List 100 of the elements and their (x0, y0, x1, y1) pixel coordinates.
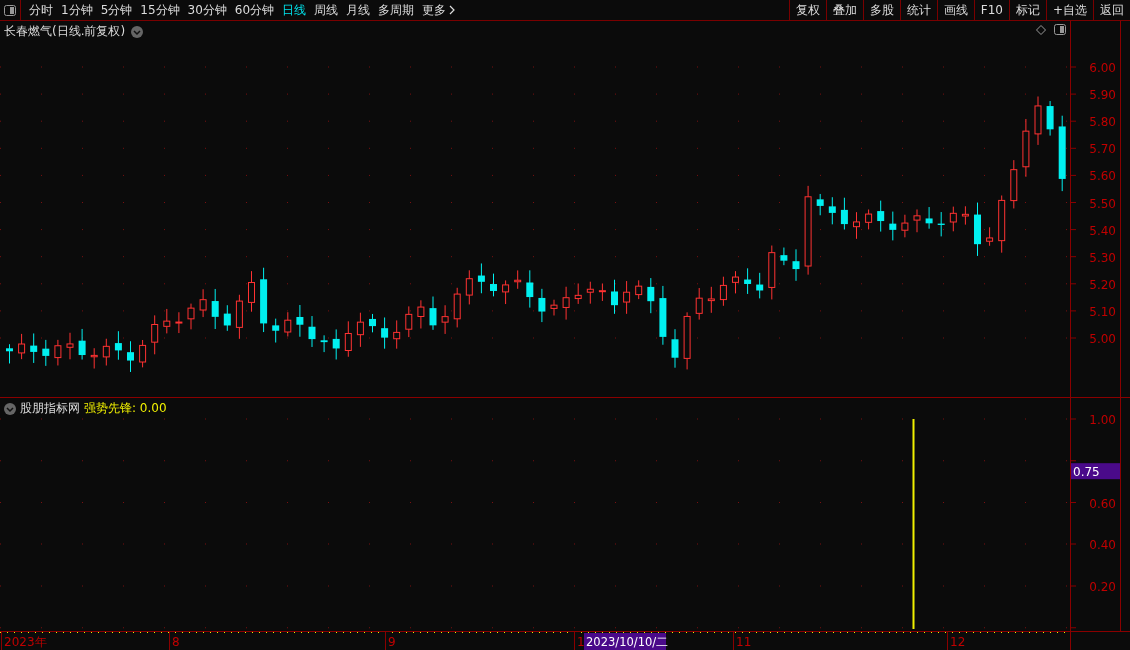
candlestick (308, 315, 316, 348)
candlestick (623, 280, 631, 315)
panel-toggle-icon[interactable] (1054, 24, 1066, 35)
candlestick (6, 343, 13, 364)
axis-label: 5.60 (1089, 169, 1116, 184)
candlestick (998, 195, 1006, 254)
chevron-right-icon (449, 5, 456, 15)
candlestick (732, 270, 739, 294)
axis-label: 1.00 (1089, 413, 1116, 427)
candlestick (756, 272, 764, 299)
cursor-value-label: 0.75 (1071, 463, 1120, 480)
candlestick (562, 286, 570, 321)
period-tab[interactable]: 5分钟 (96, 0, 137, 20)
period-tab[interactable]: 30分钟 (183, 0, 231, 20)
candlestick (949, 206, 957, 232)
period-tab[interactable]: 多周期 (374, 0, 419, 20)
axis-label: 5.50 (1089, 196, 1116, 211)
candlestick (320, 334, 328, 353)
candlestick (961, 205, 969, 226)
axis-label: 0.20 (1089, 580, 1116, 594)
axis-label: 5.30 (1089, 250, 1116, 265)
candlestick (90, 347, 98, 370)
candlestick (695, 287, 703, 321)
indicator-value: 强势先锋: 0.00 (84, 400, 167, 417)
period-tab[interactable]: 15分钟 (136, 0, 184, 20)
toolbar-button[interactable]: 标记 (1008, 0, 1046, 20)
candlestick (223, 304, 231, 332)
candlestick (659, 285, 667, 346)
candlestick (853, 211, 860, 240)
candlestick (598, 283, 606, 302)
candlestick (18, 333, 26, 360)
time-label: 2023年 (4, 635, 47, 649)
candlestick (719, 276, 727, 307)
axis-label: 5.10 (1089, 304, 1116, 319)
candlestick (42, 339, 50, 367)
candlestick (284, 311, 292, 337)
period-tab[interactable]: 60分钟 (230, 0, 279, 20)
toolbar-button[interactable]: +自选 (1045, 0, 1093, 20)
diamond-icon[interactable] (1036, 24, 1046, 35)
candlestick (574, 283, 582, 305)
period-tab[interactable]: 1分钟 (57, 0, 97, 20)
cursor-date-label: 2023/10/10/二 (584, 633, 669, 650)
candlestick (465, 269, 473, 305)
more-button[interactable]: 更多 (418, 0, 460, 20)
candlestick (54, 339, 62, 366)
candlestick (974, 202, 981, 257)
candlestick (889, 211, 897, 241)
panel-toggle-icon[interactable] (4, 4, 16, 16)
candlestick (405, 305, 413, 338)
candlestick (139, 339, 147, 368)
candlestick (235, 294, 243, 340)
time-label: 8 (172, 635, 180, 649)
candlestick (30, 332, 38, 364)
candlestick (707, 286, 715, 314)
axis-label: 5.90 (1089, 88, 1116, 103)
candlestick (429, 296, 437, 331)
candlestick (816, 193, 824, 216)
candlestick (1034, 96, 1042, 146)
candlestick (1022, 118, 1030, 178)
toolbar-button[interactable]: 叠加 (825, 0, 863, 20)
chevron-down-icon[interactable] (131, 25, 144, 38)
toolbar-button[interactable]: 多股 (862, 0, 900, 20)
toolbar-button[interactable]: 返回 (1093, 0, 1130, 20)
axis-label: 0.60 (1089, 496, 1116, 511)
candlestick (211, 288, 219, 330)
candlestick (296, 304, 304, 338)
candlestick (356, 312, 364, 348)
candlestick (865, 209, 873, 230)
candlestick (441, 304, 449, 335)
axis-label: 5.40 (1089, 223, 1116, 238)
candlestick (768, 245, 776, 300)
period-tab[interactable]: 日线 (278, 0, 311, 20)
candlestick (780, 247, 788, 266)
candlestick (635, 279, 643, 300)
toolbar-button[interactable]: F10 (973, 0, 1009, 20)
time-label: 12 (950, 635, 966, 649)
period-tab[interactable]: 月线 (342, 0, 375, 20)
period-tab[interactable]: 分时 (25, 0, 57, 20)
candlestick (550, 299, 558, 316)
axis-label: 5.00 (1089, 332, 1116, 346)
toolbar-button[interactable]: 复权 (788, 0, 826, 20)
candlestick (332, 328, 340, 360)
candlestick (986, 226, 994, 247)
toolbar-button[interactable]: 画线 (936, 0, 974, 20)
candlestick (260, 267, 268, 333)
candlestick (163, 308, 171, 334)
candlestick (66, 332, 74, 360)
candlestick (744, 267, 752, 295)
toolbar-button[interactable]: 统计 (899, 0, 937, 20)
candlestick (840, 197, 848, 230)
candlestick (1046, 100, 1054, 137)
candlestick (901, 214, 909, 238)
candlestick (683, 311, 691, 370)
candlestick (78, 328, 86, 361)
chevron-down-icon[interactable] (4, 402, 16, 415)
period-tab[interactable]: 周线 (310, 0, 343, 20)
indicator-source: 股朋指标网 (20, 400, 80, 417)
candlestick (381, 317, 389, 350)
candlestick (828, 196, 836, 225)
axis-label: 5.20 (1089, 277, 1116, 292)
